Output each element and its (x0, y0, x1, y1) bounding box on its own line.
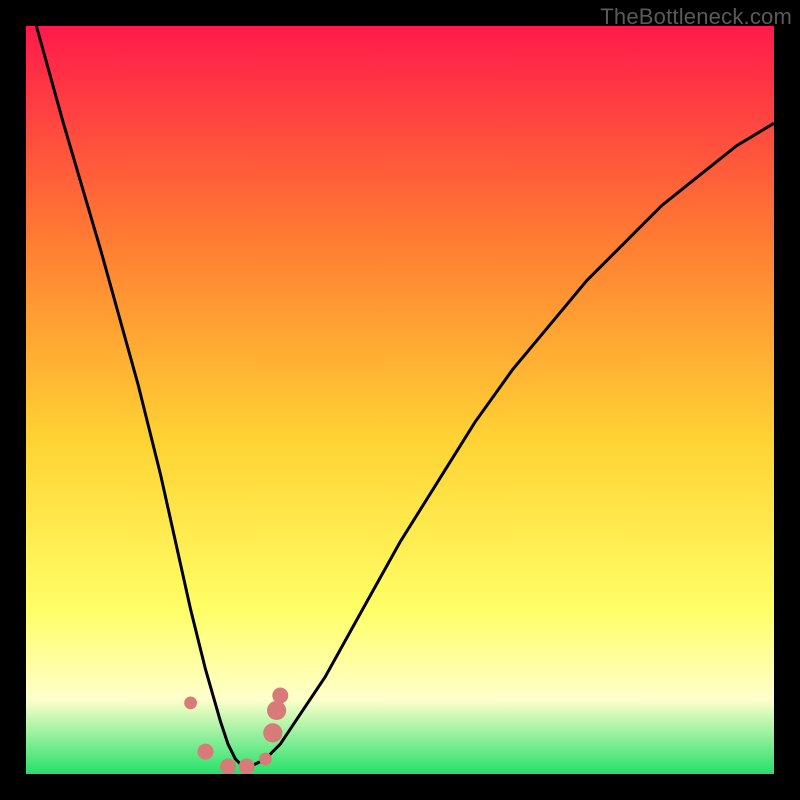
data-marker (267, 701, 286, 720)
bottleneck-chart (26, 26, 774, 774)
data-marker (198, 744, 214, 760)
data-marker (239, 759, 255, 775)
data-marker (272, 688, 288, 704)
data-marker (263, 723, 282, 742)
data-marker (220, 759, 236, 775)
plot-area (26, 26, 774, 774)
outer-frame: TheBottleneck.com (0, 0, 800, 800)
data-marker (184, 697, 197, 710)
watermark-text: TheBottleneck.com (600, 4, 792, 30)
data-marker (259, 753, 272, 766)
gradient-background (26, 26, 774, 774)
